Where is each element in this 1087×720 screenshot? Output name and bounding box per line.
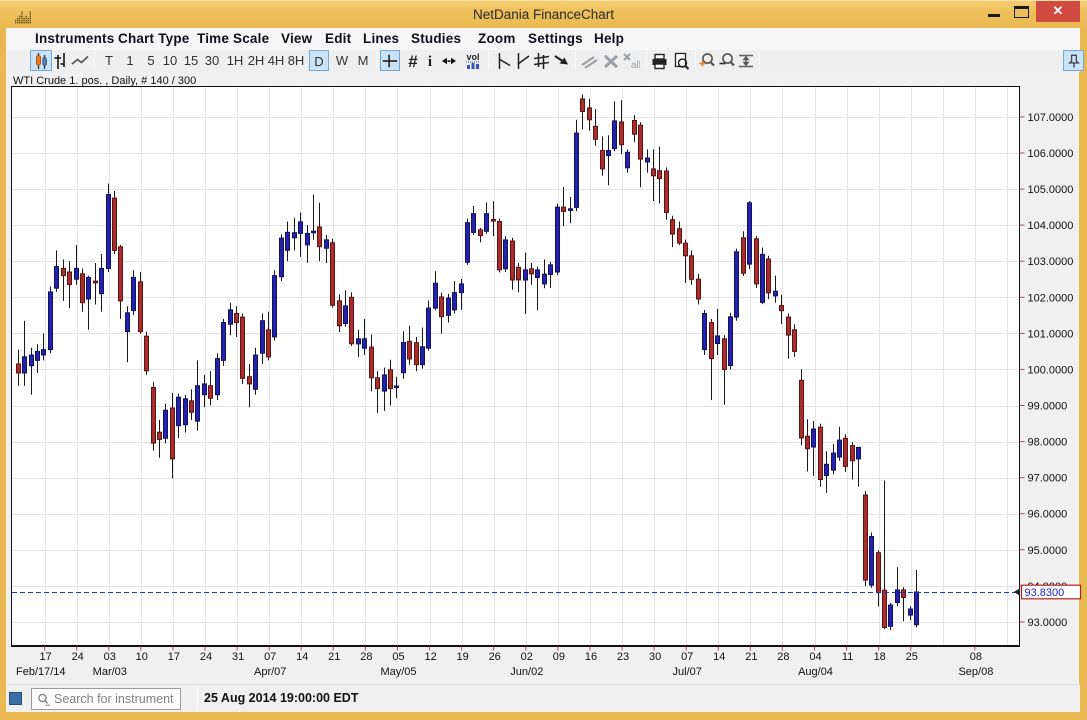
svg-text:96.0000: 96.0000 xyxy=(1028,509,1068,521)
svg-text:04: 04 xyxy=(809,651,821,663)
svg-text:99.0000: 99.0000 xyxy=(1028,401,1068,413)
svg-text:28: 28 xyxy=(360,651,372,663)
svg-text:May/05: May/05 xyxy=(380,666,416,678)
svg-text:102.0000: 102.0000 xyxy=(1028,292,1074,304)
svg-text:09: 09 xyxy=(553,651,565,663)
svg-text:11: 11 xyxy=(842,651,853,663)
svg-text:107.0000: 107.0000 xyxy=(1028,112,1074,124)
svg-text:07: 07 xyxy=(264,651,276,663)
svg-text:Apr/07: Apr/07 xyxy=(254,666,286,678)
svg-text:24: 24 xyxy=(200,651,212,663)
svg-text:08: 08 xyxy=(970,651,982,663)
svg-text:105.0000: 105.0000 xyxy=(1028,184,1074,196)
svg-text:14: 14 xyxy=(296,651,308,663)
svg-text:100.0000: 100.0000 xyxy=(1028,364,1074,376)
svg-text:07: 07 xyxy=(681,651,693,663)
svg-text:23: 23 xyxy=(617,651,629,663)
svg-text:03: 03 xyxy=(104,651,116,663)
svg-text:17: 17 xyxy=(39,651,51,663)
svg-text:103.0000: 103.0000 xyxy=(1028,256,1074,268)
svg-text:21: 21 xyxy=(328,651,340,663)
svg-text:Aug/04: Aug/04 xyxy=(798,666,833,678)
svg-text:95.0000: 95.0000 xyxy=(1028,545,1068,557)
svg-text:26: 26 xyxy=(489,651,501,663)
svg-text:Sep/08: Sep/08 xyxy=(958,666,993,678)
svg-text:Jun/02: Jun/02 xyxy=(510,666,543,678)
svg-text:25: 25 xyxy=(906,651,918,663)
svg-text:93.8300: 93.8300 xyxy=(1025,587,1065,599)
svg-text:05: 05 xyxy=(392,651,404,663)
svg-text:10: 10 xyxy=(136,651,148,663)
svg-text:Jul/07: Jul/07 xyxy=(673,666,702,678)
svg-text:17: 17 xyxy=(168,651,180,663)
svg-text:97.0000: 97.0000 xyxy=(1028,473,1068,485)
svg-text:24: 24 xyxy=(72,651,84,663)
svg-text:28: 28 xyxy=(777,651,789,663)
svg-text:18: 18 xyxy=(874,651,886,663)
svg-text:21: 21 xyxy=(745,651,757,663)
svg-text:31: 31 xyxy=(232,651,244,663)
svg-text:WTI Crude 1. pos. , Daily, # 1: WTI Crude 1. pos. , Daily, # 140 / 300 xyxy=(13,75,196,87)
svg-text:106.0000: 106.0000 xyxy=(1028,148,1074,160)
svg-text:93.0000: 93.0000 xyxy=(1028,617,1068,629)
svg-text:30: 30 xyxy=(649,651,661,663)
svg-text:98.0000: 98.0000 xyxy=(1028,437,1068,449)
svg-text:Feb/17/14: Feb/17/14 xyxy=(16,666,66,678)
svg-text:12: 12 xyxy=(424,651,436,663)
svg-text:19: 19 xyxy=(456,651,468,663)
svg-text:16: 16 xyxy=(585,651,597,663)
svg-text:104.0000: 104.0000 xyxy=(1028,220,1074,232)
svg-text:02: 02 xyxy=(521,651,533,663)
svg-text:101.0000: 101.0000 xyxy=(1028,328,1074,340)
svg-text:Mar/03: Mar/03 xyxy=(93,666,127,678)
svg-text:14: 14 xyxy=(713,651,725,663)
